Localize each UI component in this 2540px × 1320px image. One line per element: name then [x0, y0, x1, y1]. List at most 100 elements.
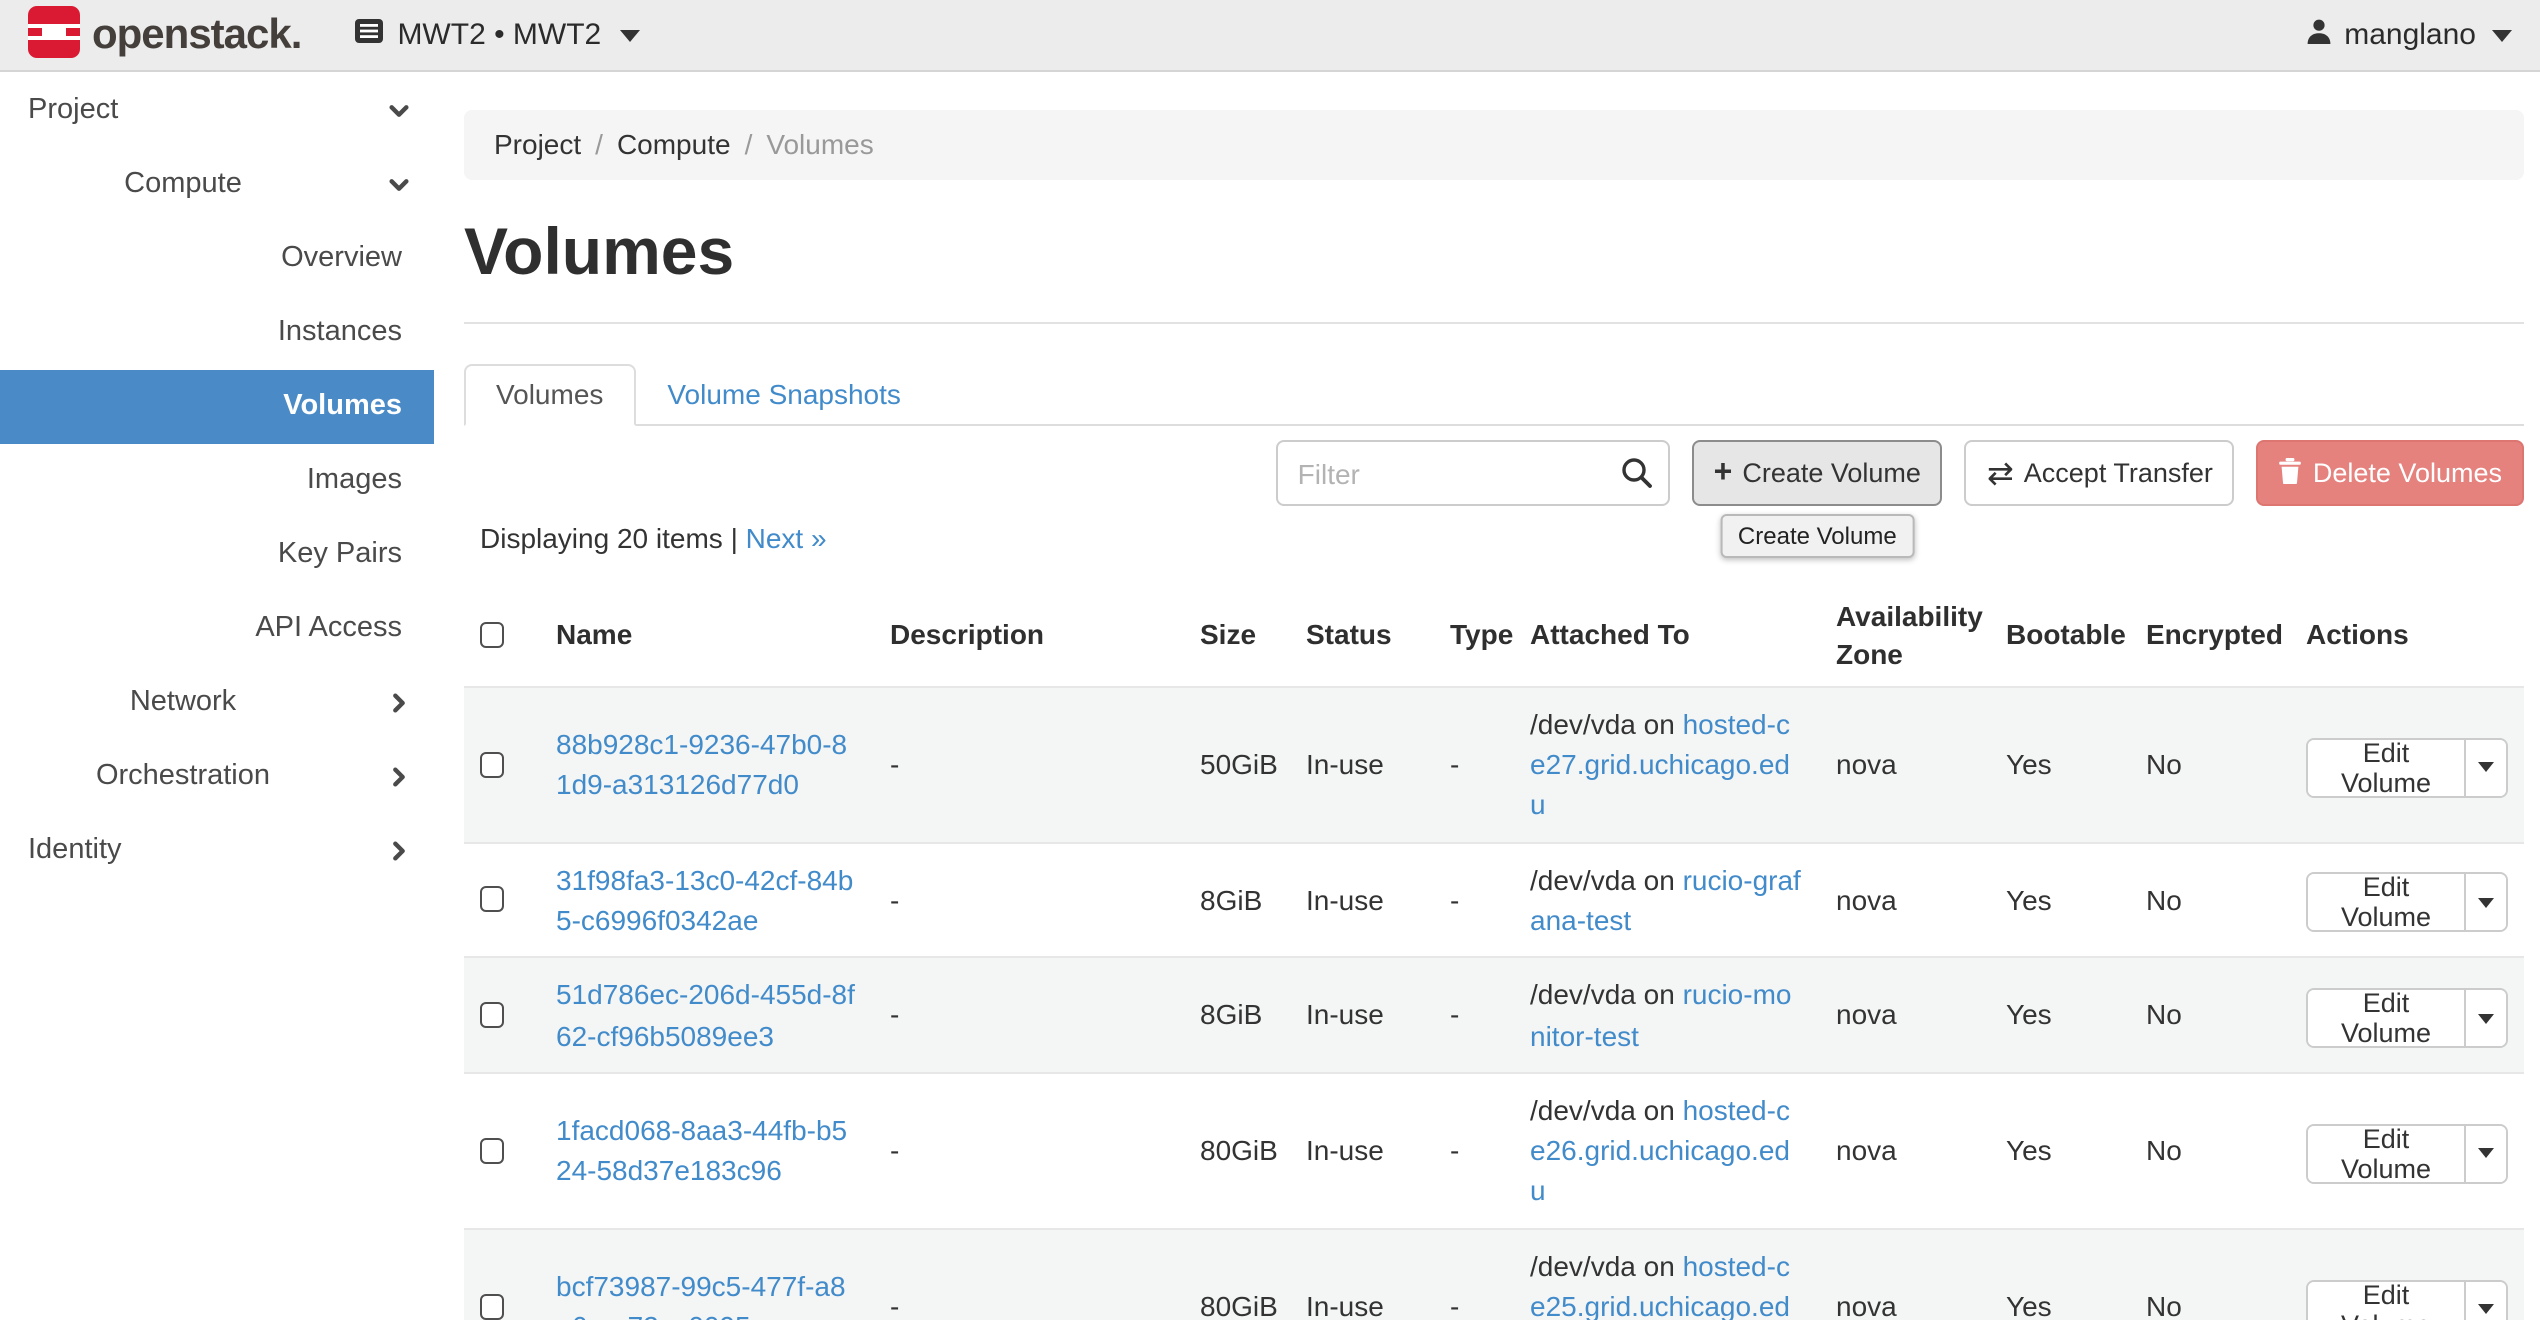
table-toolbar: + Create Volume Create Volume ⇄ Accept T…	[464, 426, 2524, 586]
row-checkbox[interactable]	[480, 1002, 504, 1028]
create-volume-wrap: + Create Volume Create Volume	[1692, 440, 1943, 506]
volume-type-cell: -	[1434, 958, 1514, 1073]
volume-az-cell: nova	[1820, 1073, 1990, 1229]
volume-type-cell: -	[1434, 842, 1514, 957]
horizon-dashboard: openstack. MWT2 • MWT2 manglano	[0, 0, 2540, 1320]
column-header-type: Type	[1434, 586, 1514, 687]
volume-az-cell: nova	[1820, 842, 1990, 957]
sidebar-item-project[interactable]: Project	[0, 74, 434, 148]
transfer-arrows-icon: ⇄	[1987, 457, 2014, 489]
edit-volume-button[interactable]: Edit Volume	[2308, 990, 2464, 1046]
volumes-table: NameDescriptionSizeStatusTypeAttached To…	[464, 586, 2524, 1320]
volume-encrypted-cell: No	[2130, 1073, 2290, 1229]
delete-volumes-button[interactable]: Delete Volumes	[2257, 440, 2524, 506]
chevron-right-icon	[388, 840, 410, 862]
table-header-row: NameDescriptionSizeStatusTypeAttached To…	[464, 586, 2524, 687]
sidebar-item-compute[interactable]: Compute	[0, 148, 434, 222]
row-checkbox[interactable]	[480, 1293, 504, 1319]
edit-volume-button[interactable]: Edit Volume	[2308, 1281, 2464, 1320]
sidebar-item-overview[interactable]: Overview	[0, 222, 434, 296]
volume-az-cell: nova	[1820, 1229, 1990, 1320]
tab-volume-snapshots[interactable]: Volume Snapshots	[635, 364, 933, 424]
sidebar-item-volumes[interactable]: Volumes	[0, 370, 434, 444]
breadcrumb-item-project[interactable]: Project	[494, 128, 581, 160]
main-content: Project/Compute/Volumes Volumes Volumes …	[464, 72, 2524, 1320]
volume-attached-cell: /dev/vda on hosted-ce27.grid.uchicago.ed…	[1514, 687, 1820, 843]
user-menu[interactable]: manglano	[2306, 17, 2512, 53]
volume-attached-cell: /dev/vda on rucio-monitor-test	[1514, 958, 1820, 1073]
volume-attached-cell: /dev/vda on hosted-ce25.grid.uchicago.ed…	[1514, 1229, 1820, 1320]
sidebar-item-orchestration[interactable]: Orchestration	[0, 740, 434, 814]
volume-name-link[interactable]: 1facd068-8aa3-44fb-b524-58d37e183c96	[556, 1110, 858, 1191]
volume-status-cell: In-use	[1290, 958, 1434, 1073]
edit-volume-button[interactable]: Edit Volume	[2308, 1126, 2464, 1182]
context-switcher-label: MWT2 • MWT2	[397, 18, 601, 52]
volume-bootable-cell: Yes	[1990, 958, 2130, 1073]
column-header-actions: Actions	[2290, 586, 2524, 687]
volume-size-cell: 80GiB	[1184, 1229, 1290, 1320]
row-checkbox[interactable]	[480, 751, 504, 777]
project-context-switcher[interactable]: MWT2 • MWT2	[353, 18, 639, 52]
volume-description-cell: -	[874, 958, 1184, 1073]
sidebar-item-key-pairs[interactable]: Key Pairs	[0, 518, 434, 592]
user-name: manglano	[2344, 18, 2476, 52]
list-icon	[353, 18, 383, 52]
row-action-split-button: Edit Volume	[2306, 1279, 2508, 1320]
breadcrumb-item-compute[interactable]: Compute	[617, 128, 731, 160]
row-action-split-button: Edit Volume	[2306, 737, 2508, 797]
volume-encrypted-cell: No	[2130, 842, 2290, 957]
sidebar-item-identity[interactable]: Identity	[0, 814, 434, 888]
openstack-brand[interactable]: openstack.	[28, 6, 301, 64]
row-actions-dropdown-toggle[interactable]	[2464, 1126, 2506, 1182]
volume-name-link[interactable]: 88b928c1-9236-47b0-81d9-a313126d77d0	[556, 724, 858, 805]
sidebar-item-instances[interactable]: Instances	[0, 296, 434, 370]
volume-name-link[interactable]: 51d786ec-206d-455d-8f62-cf96b5089ee3	[556, 975, 858, 1056]
volume-name-cell: 88b928c1-9236-47b0-81d9-a313126d77d0	[540, 687, 874, 843]
filter-input[interactable]	[1276, 440, 1670, 506]
volume-az-cell: nova	[1820, 687, 1990, 843]
table-row: 1facd068-8aa3-44fb-b524-58d37e183c96 - 8…	[464, 1073, 2524, 1229]
volume-status-cell: In-use	[1290, 687, 1434, 843]
volume-name-link[interactable]: bcf73987-99c5-477f-a8a6-aa72ac0095ac	[556, 1266, 858, 1320]
row-actions-dropdown-toggle[interactable]	[2464, 990, 2506, 1046]
chevron-down-icon	[388, 174, 410, 196]
volume-bootable-cell: Yes	[1990, 842, 2130, 957]
volume-description-cell: -	[874, 1229, 1184, 1320]
column-header-name: Name	[540, 586, 874, 687]
volume-name-link[interactable]: 31f98fa3-13c0-42cf-84b5-c6996f0342ae	[556, 859, 858, 940]
accept-transfer-button[interactable]: ⇄ Accept Transfer	[1965, 440, 2235, 506]
attached-device-text: /dev/vda on	[1530, 1250, 1683, 1282]
pagination-separator: |	[731, 522, 738, 554]
chevron-right-icon	[388, 692, 410, 714]
create-volume-button[interactable]: + Create Volume	[1692, 440, 1943, 506]
top-header-bar: openstack. MWT2 • MWT2 manglano	[0, 0, 2540, 72]
edit-volume-button[interactable]: Edit Volume	[2308, 875, 2464, 931]
sidebar-item-api-access[interactable]: API Access	[0, 592, 434, 666]
search-icon[interactable]	[1620, 456, 1654, 490]
volume-type-cell: -	[1434, 687, 1514, 843]
caret-down-icon	[2478, 1013, 2494, 1023]
next-page-link[interactable]: Next »	[746, 522, 827, 554]
plus-icon: +	[1714, 457, 1733, 489]
chevron-down-icon	[2492, 29, 2512, 41]
column-header-status: Status	[1290, 586, 1434, 687]
tab-volumes[interactable]: Volumes	[464, 364, 635, 426]
row-actions-dropdown-toggle[interactable]	[2464, 739, 2506, 795]
sidebar-item-network[interactable]: Network	[0, 666, 434, 740]
sidebar-item-images[interactable]: Images	[0, 444, 434, 518]
row-actions-dropdown-toggle[interactable]	[2464, 875, 2506, 931]
page-title: Volumes	[464, 214, 2524, 290]
volume-name-cell: 51d786ec-206d-455d-8f62-cf96b5089ee3	[540, 958, 874, 1073]
row-actions-dropdown-toggle[interactable]	[2464, 1281, 2506, 1320]
select-all-checkbox[interactable]	[480, 623, 504, 649]
caret-down-icon	[2478, 1304, 2494, 1314]
row-action-split-button: Edit Volume	[2306, 873, 2508, 933]
row-checkbox[interactable]	[480, 1138, 504, 1164]
column-header-encrypted: Encrypted	[2130, 586, 2290, 687]
row-checkbox[interactable]	[480, 887, 504, 913]
edit-volume-button[interactable]: Edit Volume	[2308, 739, 2464, 795]
attached-device-text: /dev/vda on	[1530, 863, 1683, 895]
breadcrumb-separator: /	[731, 128, 767, 160]
volume-status-cell: In-use	[1290, 1073, 1434, 1229]
chevron-down-icon	[388, 100, 410, 122]
